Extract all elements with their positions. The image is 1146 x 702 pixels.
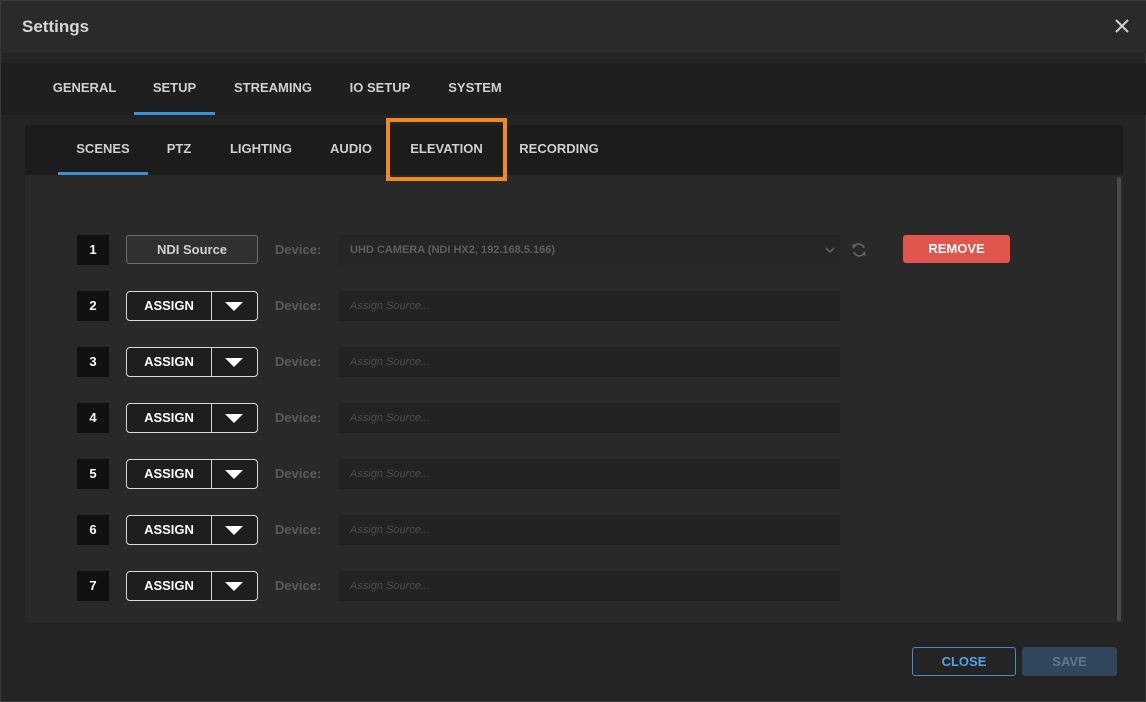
dialog-titlebar: Settings <box>1 1 1146 53</box>
device-label: Device: <box>275 354 322 369</box>
scene-number: 1 <box>77 235 109 265</box>
setup-panel: SCENES PTZ LIGHTING AUDIO ELEVATION RECO… <box>25 118 1123 623</box>
tab-io-setup[interactable]: IO SETUP <box>331 63 429 115</box>
assign-split-button[interactable]: ASSIGN <box>126 459 258 489</box>
assign-dropdown-button[interactable] <box>212 292 257 320</box>
assign-button[interactable]: ASSIGN <box>127 516 211 544</box>
assign-button[interactable]: ASSIGN <box>127 292 211 320</box>
scene-row: 1 NDI Source Device: UHD CAMERA (NDI HX2… <box>77 235 1037 265</box>
caret-down-icon <box>225 414 243 423</box>
caret-down-icon <box>225 470 243 479</box>
elevation-tab-highlight <box>386 118 507 181</box>
scene-row: 6 ASSIGN Device: Assign Source... <box>77 515 1037 545</box>
device-label: Device: <box>275 242 322 257</box>
assign-dropdown-button[interactable] <box>212 460 257 488</box>
tab-system[interactable]: SYSTEM <box>429 63 521 115</box>
tab-recording[interactable]: RECORDING <box>503 125 615 175</box>
scene-row: 3 ASSIGN Device: Assign Source... <box>77 347 1037 377</box>
scene-row: 7 ASSIGN Device: Assign Source... <box>77 571 1037 601</box>
assign-split-button[interactable]: ASSIGN <box>126 403 258 433</box>
device-label: Device: <box>275 298 322 313</box>
close-icon[interactable] <box>1111 15 1133 37</box>
scene-number: 4 <box>77 403 109 433</box>
scene-row: 4 ASSIGN Device: Assign Source... <box>77 403 1037 433</box>
device-input[interactable]: Assign Source... <box>338 515 840 545</box>
device-label: Device: <box>275 466 322 481</box>
settings-dialog: Settings GENERAL SETUP STREAMING IO SETU… <box>0 0 1146 702</box>
assign-dropdown-button[interactable] <box>212 572 257 600</box>
tab-general[interactable]: GENERAL <box>35 63 134 115</box>
ndi-source-button[interactable]: NDI Source <box>126 235 258 264</box>
caret-down-icon <box>225 358 243 367</box>
assign-button[interactable]: ASSIGN <box>127 348 211 376</box>
sub-tab-bar: SCENES PTZ LIGHTING AUDIO ELEVATION RECO… <box>25 125 1123 175</box>
assign-split-button[interactable]: ASSIGN <box>126 347 258 377</box>
caret-down-icon <box>225 582 243 591</box>
refresh-icon[interactable] <box>850 241 868 259</box>
device-label: Device: <box>275 578 322 593</box>
save-button[interactable]: SAVE <box>1022 647 1117 676</box>
main-tab-bar: GENERAL SETUP STREAMING IO SETUP SYSTEM <box>1 63 1146 115</box>
chevron-down-icon <box>825 247 835 254</box>
device-input[interactable]: Assign Source... <box>338 459 840 489</box>
device-select-value: UHD CAMERA (NDI HX2, 192.168.5.166) <box>350 244 555 256</box>
remove-button[interactable]: REMOVE <box>903 235 1010 263</box>
assign-split-button[interactable]: ASSIGN <box>126 291 258 321</box>
device-input[interactable]: Assign Source... <box>338 403 840 433</box>
assign-button[interactable]: ASSIGN <box>127 572 211 600</box>
scene-row: 2 ASSIGN Device: Assign Source... <box>77 291 1037 321</box>
tab-streaming[interactable]: STREAMING <box>215 63 331 115</box>
caret-down-icon <box>225 526 243 535</box>
assign-split-button[interactable]: ASSIGN <box>126 515 258 545</box>
device-input[interactable]: Assign Source... <box>338 291 840 321</box>
tab-ptz[interactable]: PTZ <box>148 125 210 175</box>
device-label: Device: <box>275 410 322 425</box>
scene-row: 5 ASSIGN Device: Assign Source... <box>77 459 1037 489</box>
dialog-title: Settings <box>22 17 90 36</box>
tab-setup[interactable]: SETUP <box>134 63 215 115</box>
scene-number: 3 <box>77 347 109 377</box>
scrollbar[interactable] <box>1115 175 1123 623</box>
tab-scenes[interactable]: SCENES <box>58 125 148 175</box>
device-select[interactable]: UHD CAMERA (NDI HX2, 192.168.5.166) <box>338 235 840 265</box>
close-button[interactable]: CLOSE <box>912 647 1016 676</box>
scene-number: 5 <box>77 459 109 489</box>
device-label: Device: <box>275 522 322 537</box>
caret-down-icon <box>225 302 243 311</box>
tab-audio[interactable]: AUDIO <box>312 125 390 175</box>
assign-dropdown-button[interactable] <box>212 348 257 376</box>
scrollbar-thumb[interactable] <box>1117 177 1121 621</box>
device-input[interactable]: Assign Source... <box>338 347 840 377</box>
scene-number: 2 <box>77 291 109 321</box>
device-input[interactable]: Assign Source... <box>338 571 840 601</box>
assign-split-button[interactable]: ASSIGN <box>126 571 258 601</box>
scene-number: 7 <box>77 571 109 601</box>
assign-button[interactable]: ASSIGN <box>127 460 211 488</box>
assign-dropdown-button[interactable] <box>212 404 257 432</box>
assign-dropdown-button[interactable] <box>212 516 257 544</box>
assign-button[interactable]: ASSIGN <box>127 404 211 432</box>
tab-lighting[interactable]: LIGHTING <box>210 125 312 175</box>
scene-number: 6 <box>77 515 109 545</box>
